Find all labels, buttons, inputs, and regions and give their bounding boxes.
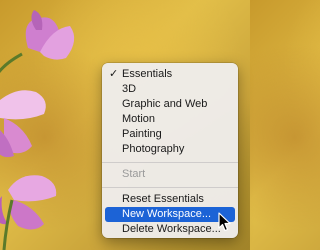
- menu-item-label: Graphic and Web: [122, 98, 208, 110]
- menu-item-reset-essentials[interactable]: Reset Essentials: [102, 192, 238, 207]
- menu-item-start: Start: [102, 167, 238, 182]
- menu-item-label: Painting: [122, 128, 162, 140]
- menu-item-label: Essentials: [122, 68, 173, 80]
- arrow-pointer-icon: [218, 212, 231, 232]
- menu-item-motion[interactable]: Motion: [102, 112, 238, 127]
- menu-item-label: New Workspace...: [122, 208, 212, 220]
- flower-middle: [0, 90, 46, 158]
- menu-item-essentials[interactable]: ✓ Essentials: [102, 67, 238, 82]
- menu-item-label: Motion: [122, 113, 156, 125]
- menu-item-label: Start: [122, 168, 146, 180]
- menu-item-label: Reset Essentials: [122, 193, 204, 205]
- menu-item-label: 3D: [122, 83, 137, 95]
- menu-item-label: Delete Workspace...: [122, 223, 221, 235]
- menu-item-new-workspace[interactable]: New Workspace...: [105, 207, 235, 222]
- flower-top: [0, 10, 75, 74]
- menu-item-graphic-and-web[interactable]: Graphic and Web: [102, 97, 238, 112]
- menu-separator: [102, 162, 238, 163]
- menu-item-label: Photography: [122, 143, 185, 155]
- checkmark-icon: ✓: [109, 68, 119, 80]
- menu-separator: [102, 187, 238, 188]
- menu-item-photography[interactable]: Photography: [102, 142, 238, 157]
- menu-item-painting[interactable]: Painting: [102, 127, 238, 142]
- menu-item-3d[interactable]: 3D: [102, 82, 238, 97]
- flower-bottom: [0, 175, 57, 250]
